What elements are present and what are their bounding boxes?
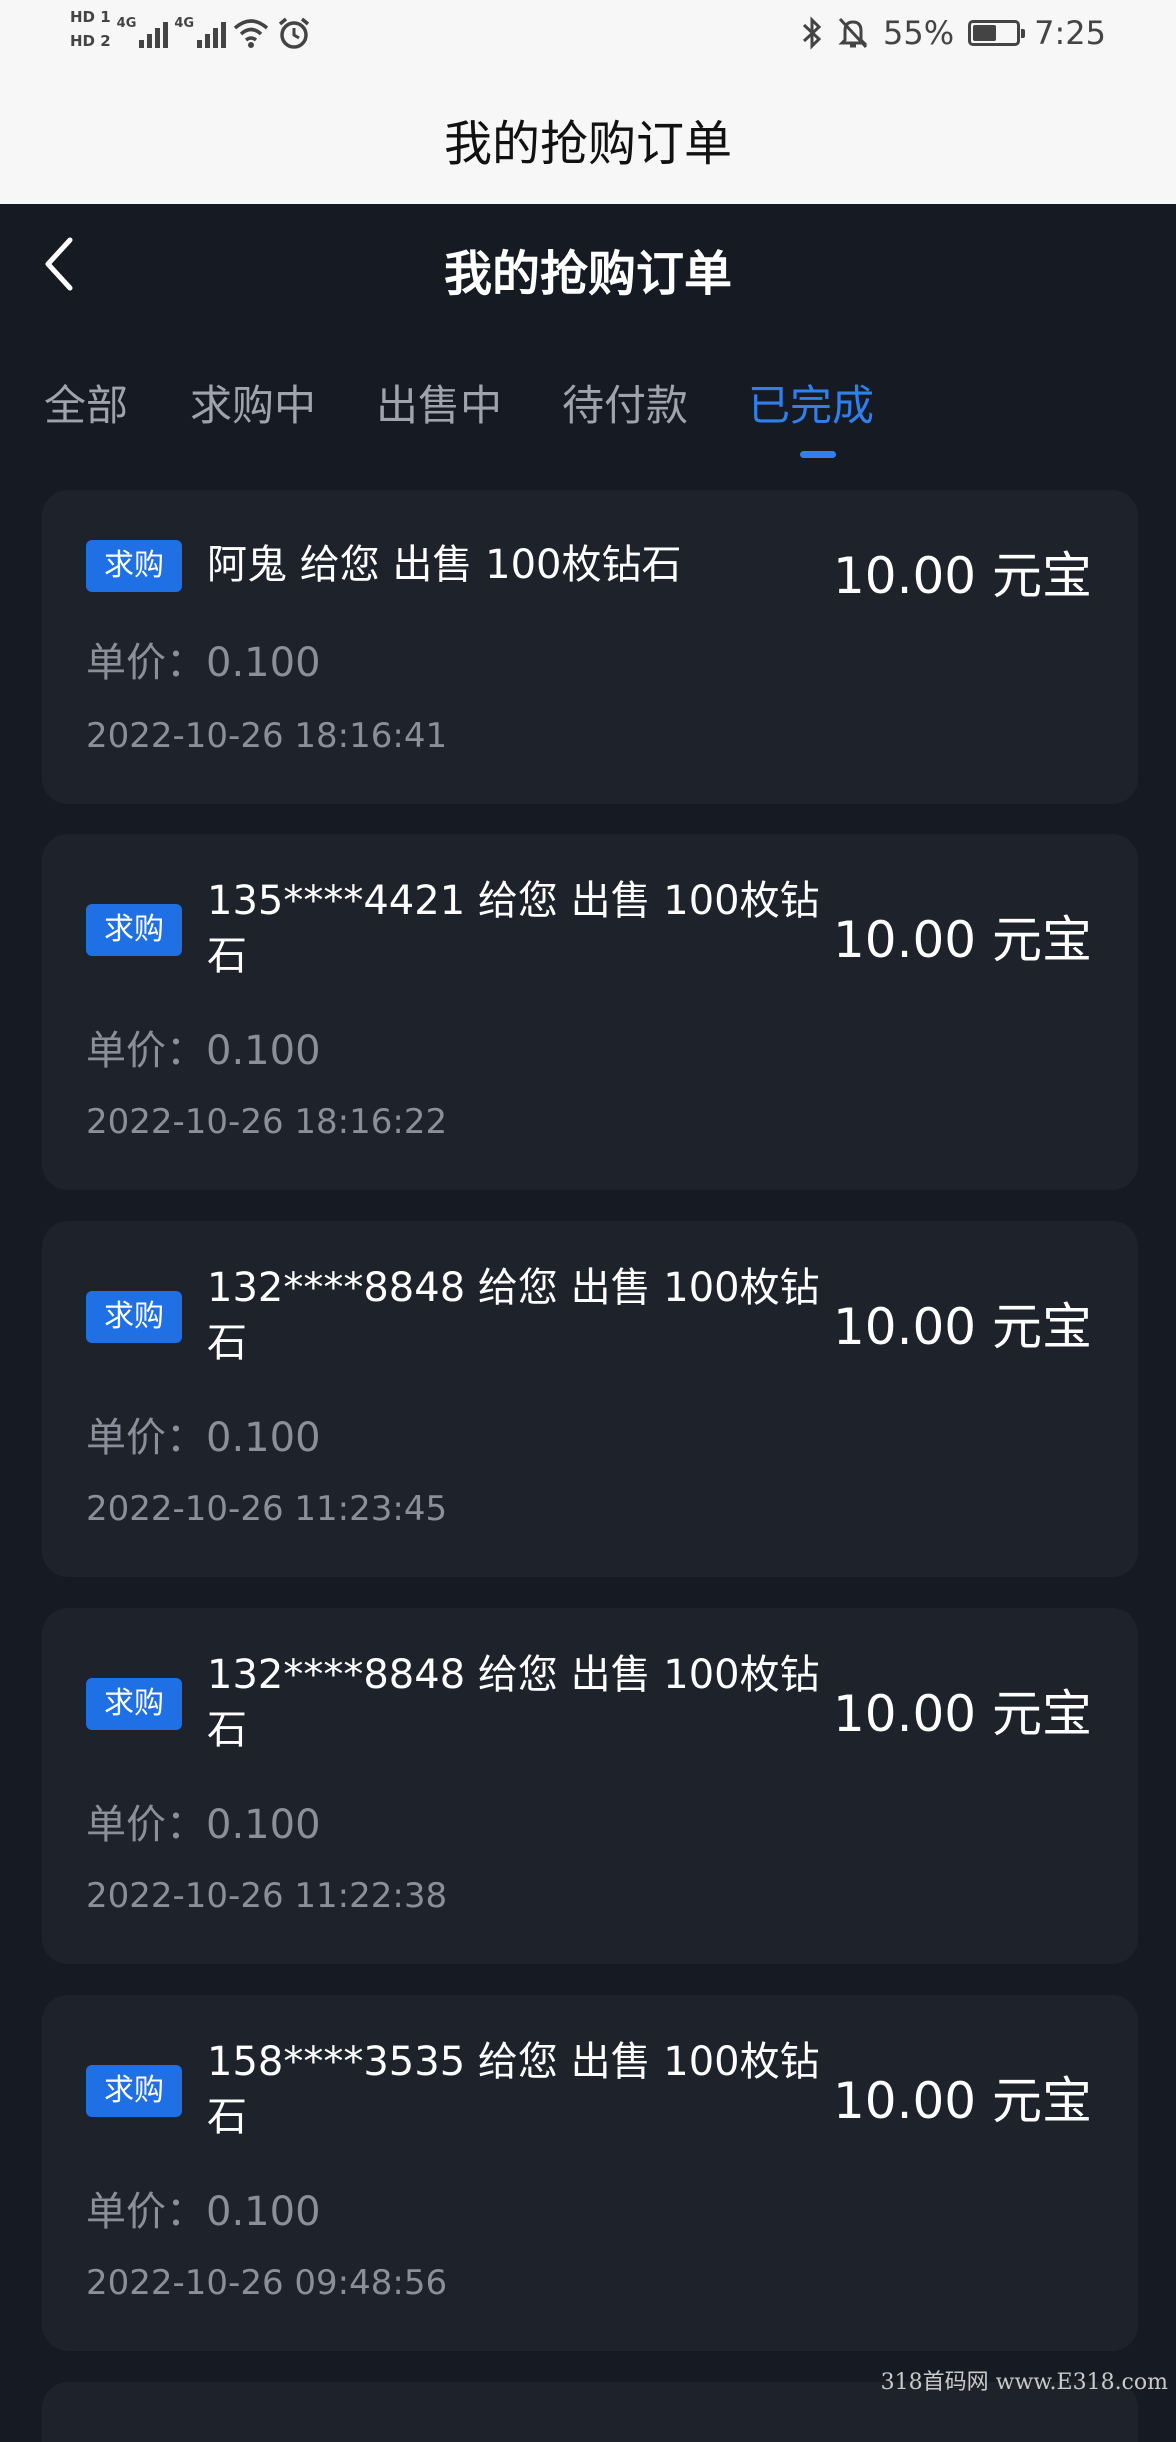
order-timestamp: 2022-10-26 09:48:56	[86, 2263, 448, 2303]
status-bar: HD 1 HD 2 4G 4G 55% 7:25	[0, 0, 1176, 74]
alarm-icon	[278, 17, 310, 49]
tab-completed[interactable]: 已完成	[748, 372, 874, 433]
unit-price: 单价：0.100	[86, 630, 321, 688]
unit-price-value: 0.100	[206, 2189, 321, 2235]
order-type-badge: 求购	[86, 1291, 182, 1343]
window-title: 我的抢购订单	[443, 116, 732, 172]
signal-1-icon: 4G	[117, 14, 169, 48]
active-tab-indicator	[800, 451, 836, 458]
order-title: 132****8848 给您 出售 100枚钻石	[207, 1652, 820, 1753]
bluetooth-icon	[802, 16, 822, 50]
unit-price-label: 单价：	[86, 640, 206, 686]
order-timestamp: 2022-10-26 11:22:38	[86, 1876, 448, 1916]
order-amount: 10.00 元宝	[832, 911, 1092, 969]
signal-2-icon: 4G	[174, 14, 227, 48]
tab-all[interactable]: 全部	[44, 372, 128, 433]
order-card[interactable]: 求购 132****8848 给您 出售 100枚钻石 10.00 元宝 单价：…	[42, 1221, 1138, 1577]
hd1-indicator: HD 1	[70, 8, 111, 26]
unit-price: 单价：0.100	[86, 2179, 321, 2237]
order-amount: 10.00 元宝	[832, 2072, 1092, 2130]
status-time: 7:25	[1034, 14, 1106, 52]
order-amount: 10.00 元宝	[832, 1298, 1092, 1356]
order-type-badge: 求购	[86, 540, 182, 592]
unit-price: 单价：0.100	[86, 1792, 321, 1850]
order-title: 135****4421 给您 出售 100枚钻石	[207, 878, 820, 979]
tab-selling[interactable]: 出售中	[376, 372, 502, 433]
window-title-bar: 我的抢购订单	[0, 74, 1176, 204]
unit-price-label: 单价：	[86, 1415, 206, 1461]
order-title: 阿鬼 给您 出售 100枚钻石	[207, 542, 682, 588]
order-title: 132****8848 给您 出售 100枚钻石	[207, 1265, 820, 1366]
watermark: 318首码网 www.E318.com	[880, 2370, 1168, 2395]
unit-price-value: 0.100	[206, 1028, 321, 1074]
tab-pending-payment[interactable]: 待付款	[562, 372, 688, 433]
order-type-badge: 求购	[86, 904, 182, 956]
battery-icon	[968, 20, 1026, 46]
bell-muted-icon	[838, 17, 868, 49]
order-timestamp: 2022-10-26 18:16:22	[86, 1102, 448, 1142]
order-card[interactable]: 求购 158****3535 给您 出售 100枚钻石 10.00 元宝 单价：…	[42, 1995, 1138, 2351]
hd2-indicator: HD 2	[70, 32, 111, 50]
order-type-badge: 求购	[86, 2065, 182, 2117]
unit-price-label: 单价：	[86, 2189, 206, 2235]
order-card[interactable]: 求购 132****8848 给您 出售 100枚钻石 10.00 元宝 单价：…	[42, 1608, 1138, 1964]
wifi-icon	[233, 19, 269, 48]
tab-buying[interactable]: 求购中	[190, 372, 316, 433]
order-amount: 10.00 元宝	[832, 1685, 1092, 1743]
order-timestamp: 2022-10-26 18:16:41	[86, 716, 448, 756]
unit-price-label: 单价：	[86, 1802, 206, 1848]
tab-bar: 全部 求购中 出售中 待付款 已完成	[0, 360, 1176, 460]
unit-price-label: 单价：	[86, 1028, 206, 1074]
app-header: 我的抢购订单	[0, 204, 1176, 334]
order-card[interactable]: 求购 阿鬼 给您 出售 100枚钻石 10.00 元宝 单价：0.100 202…	[42, 490, 1138, 804]
order-amount: 10.00 元宝	[832, 547, 1092, 605]
unit-price-value: 0.100	[206, 1802, 321, 1848]
status-bar-right: 55% 7:25	[801, 14, 1106, 52]
unit-price: 单价：0.100	[86, 1405, 321, 1463]
order-card[interactable]: 求购 135****4421 给您 出售 100枚钻石 10.00 元宝 单价：…	[42, 834, 1138, 1190]
order-type-badge: 求购	[86, 1678, 182, 1730]
battery-percent: 55%	[883, 14, 955, 52]
unit-price: 单价：0.100	[86, 1018, 321, 1076]
unit-price-value: 0.100	[206, 1415, 321, 1461]
order-timestamp: 2022-10-26 11:23:45	[86, 1489, 448, 1529]
status-bar-left: HD 1 HD 2 4G 4G	[70, 8, 312, 51]
unit-price-value: 0.100	[206, 640, 321, 686]
page-title: 我的抢购订单	[443, 246, 732, 302]
order-title: 158****3535 给您 出售 100枚钻石	[207, 2039, 820, 2140]
